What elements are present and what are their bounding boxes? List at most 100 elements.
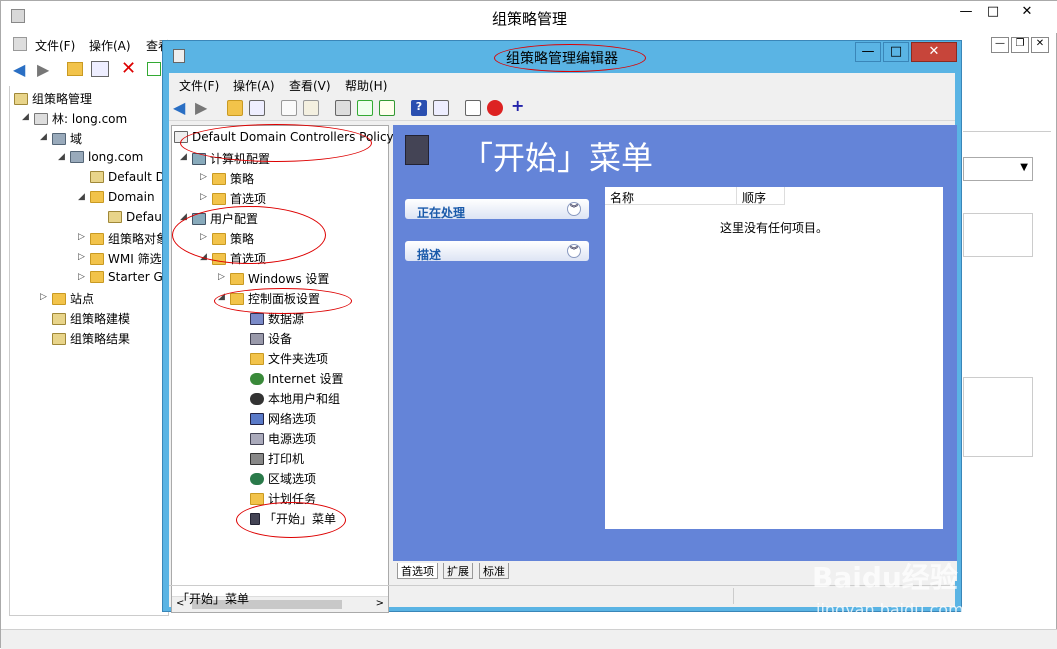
menu-action[interactable]: 操作(A) [89,37,131,54]
tree-forest[interactable]: 林: long.com [34,110,127,127]
collapse-arrow-icon[interactable]: ▷ [200,192,207,202]
print-icon[interactable] [335,100,351,116]
tree-domain[interactable]: long.com [70,150,143,164]
mdi-close-button[interactable]: ✕ [1031,37,1049,53]
tree-item-power[interactable]: 电源选项 [250,430,316,447]
tree-item-printers[interactable]: 打印机 [250,450,304,467]
divider [963,131,1051,132]
processing-section[interactable]: 正在处理 ︾ [405,199,589,220]
forward-icon[interactable]: ▶ [195,98,207,117]
col-order[interactable]: 顺序 [737,187,785,205]
expand-arrow-icon[interactable]: ◢ [180,152,187,162]
close-button[interactable]: ✕ [1013,3,1041,23]
tree-domain-controllers[interactable]: Domain [90,190,155,204]
back-icon[interactable]: ◀ [173,98,185,117]
tree-windows-settings[interactable]: Windows 设置 [230,270,329,287]
tree-default-domain[interactable]: Default D [90,170,165,184]
up-folder-icon[interactable] [67,62,83,76]
refresh-icon[interactable] [357,100,373,116]
tree-item-local-users[interactable]: 本地用户和组 [250,390,340,407]
collapse-arrow-icon[interactable]: ▷ [78,252,85,262]
gpme-toolbar: ◀ ▶ ? + [169,95,955,121]
tree-gpo-objects[interactable]: 组策略对象 [90,230,168,247]
domains-icon [52,133,66,145]
show-hide-tree-icon[interactable] [249,100,265,116]
results-icon [52,333,66,345]
chevron-down-icon[interactable]: ︾ [567,202,581,216]
maximize-button[interactable]: □ [979,3,1007,23]
expand-arrow-icon[interactable]: ◢ [40,132,47,142]
sites-icon [52,293,66,305]
copy-icon[interactable] [281,100,297,116]
mdi-minimize-button[interactable]: — [991,37,1009,53]
mdi-restore-button[interactable]: ❐ [1011,37,1029,53]
description-section[interactable]: 描述 ︾ [405,241,589,262]
add-icon[interactable]: + [511,96,524,115]
chevron-down-icon: ▼ [1020,162,1028,173]
menu-file[interactable]: 文件(F) [179,77,219,94]
tree-modeling[interactable]: 组策略建模 [52,310,130,327]
tree-root[interactable]: 组策略管理 [14,90,92,107]
tree-policies-1[interactable]: 策略 [212,170,254,187]
tab-extended[interactable]: 扩展 [443,563,473,579]
menu-file[interactable]: 文件(F) [35,37,75,54]
tab-standard[interactable]: 标准 [479,563,509,579]
side-panel [963,213,1033,257]
tab-preferences[interactable]: 首选项 [397,563,438,579]
collapse-arrow-icon[interactable]: ▷ [200,172,207,182]
minimize-button[interactable]: — [952,3,980,23]
users-icon [250,393,264,405]
tree-item-regional[interactable]: 区域选项 [250,470,316,487]
expand-arrow-icon[interactable]: ◢ [22,112,29,122]
collapse-arrow-icon[interactable]: ▷ [218,272,225,282]
forest-icon [34,113,48,125]
help-icon[interactable]: ? [411,100,427,116]
tree-results[interactable]: 组策略结果 [52,330,130,347]
start-menu-large-icon [405,135,429,165]
export-icon[interactable] [379,100,395,116]
tree-wmi[interactable]: WMI 筛选 [90,250,162,267]
collapse-arrow-icon[interactable]: ▷ [78,232,85,242]
gpm-toolbar: ◀ ▶ ✕ [1,57,181,83]
paste-icon[interactable] [303,100,319,116]
processing-label: 正在处理 [417,206,466,220]
close-button[interactable]: ✕ [911,42,957,62]
expand-arrow-icon[interactable]: ◢ [58,152,65,162]
tree-item-internet[interactable]: Internet 设置 [250,370,343,387]
collapse-arrow-icon[interactable]: ▷ [78,272,85,282]
tree-item-devices[interactable]: 设备 [250,330,292,347]
minimize-button[interactable]: — [855,42,881,62]
menu-action[interactable]: 操作(A) [233,77,275,94]
folder-options-icon [250,353,264,365]
maximize-button[interactable]: □ [883,42,909,62]
col-name[interactable]: 名称 [605,187,737,205]
properties-icon[interactable] [433,100,449,116]
tree-domains[interactable]: 域 [52,130,82,147]
regional-globe-icon [250,473,264,485]
up-folder-icon[interactable] [227,100,243,116]
tree-prefs-1[interactable]: 首选项 [212,190,266,207]
status-divider [733,588,734,604]
tree-sites[interactable]: 站点 [52,290,94,307]
annotation-ellipse [180,124,372,162]
refresh-icon[interactable] [147,62,161,76]
back-icon[interactable]: ◀ [13,60,25,79]
menu-view[interactable]: 查看(V) [289,77,331,94]
stop-icon[interactable] [487,100,503,116]
tree-default-sub[interactable]: Defau [108,210,162,224]
collapse-arrow-icon[interactable]: ▷ [40,292,47,302]
dropdown[interactable]: ▼ [963,157,1033,181]
new-item-icon[interactable] [465,100,481,116]
chevron-down-icon[interactable]: ︾ [567,244,581,258]
scheduled-task-icon [250,493,264,505]
tree-item-network[interactable]: 网络选项 [250,410,316,427]
delete-icon[interactable]: ✕ [121,58,136,79]
folder-icon [212,193,226,205]
ou-folder-icon [90,191,104,203]
tree-item-folder-options[interactable]: 文件夹选项 [250,350,328,367]
show-hide-tree-icon[interactable] [91,61,109,77]
expand-arrow-icon[interactable]: ◢ [78,192,85,202]
menu-help[interactable]: 帮助(H) [345,77,387,94]
tree-starter[interactable]: Starter G [90,270,163,284]
forward-icon[interactable]: ▶ [37,60,49,79]
